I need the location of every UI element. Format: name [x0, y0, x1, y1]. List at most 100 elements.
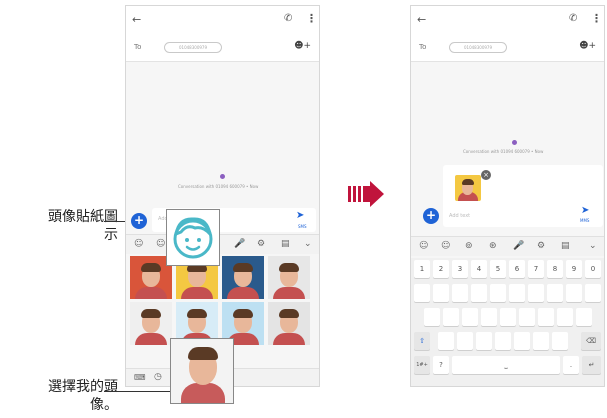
symbols-key[interactable]: 1#+ [414, 356, 430, 374]
add-contact-icon[interactable]: ☻+ [579, 41, 596, 51]
to-label: To [134, 43, 142, 51]
gif-icon[interactable]: ⊛ [489, 241, 497, 251]
key-6[interactable]: 6 [509, 260, 525, 278]
key-2[interactable]: 2 [433, 260, 449, 278]
avatar-sticker-icon-highlight [166, 209, 220, 266]
send-icon[interactable]: ➤ [581, 205, 589, 216]
avatar-sticker-icon[interactable]: ☺ [134, 239, 143, 249]
enter-key[interactable]: ↵ [582, 356, 601, 374]
shift-key[interactable]: ⇧ [414, 332, 430, 350]
letter-key[interactable] [500, 308, 516, 326]
key-7[interactable]: 7 [528, 260, 544, 278]
letter-key[interactable] [528, 284, 544, 302]
emoji-icon[interactable]: ☺ [441, 241, 450, 251]
sticker-icon[interactable]: ⊚ [465, 241, 473, 251]
remove-attachment-icon[interactable]: × [481, 170, 491, 180]
sticker-cell[interactable] [268, 256, 310, 299]
recipient-chip[interactable]: 01048300979 [164, 42, 222, 53]
keyboard-toolbar: ☺ ☺ 🎤 ⚙ ▤ ⌄ [126, 234, 319, 254]
send-label: MMS [580, 218, 590, 223]
letter-key[interactable] [471, 284, 487, 302]
message-compose-box[interactable]: × Add text ➤ MMS [443, 165, 603, 227]
key-4[interactable]: 4 [471, 260, 487, 278]
conversation-info-text: Conversation with 01094 600079 • Now [463, 149, 544, 154]
clipboard-icon[interactable]: ▤ [561, 241, 570, 251]
back-arrow-icon[interactable]: ← [417, 13, 426, 26]
send-label: SMS [298, 224, 307, 229]
add-contact-icon[interactable]: ☻+ [294, 41, 311, 51]
attached-avatar-sticker[interactable] [455, 175, 481, 201]
key-0[interactable]: 0 [585, 260, 601, 278]
to-label: To [419, 43, 427, 51]
sticker-cell[interactable] [222, 256, 264, 299]
emoji-icon[interactable]: ☺ [156, 239, 165, 249]
settings-icon[interactable]: ⚙ [257, 239, 265, 249]
key-3[interactable]: 3 [452, 260, 468, 278]
collapse-chevron-icon[interactable]: ⌄ [304, 239, 312, 249]
add-attachment-button[interactable]: + [423, 208, 439, 224]
letter-key[interactable] [585, 284, 601, 302]
selected-avatar-highlight [170, 338, 234, 404]
conversation-info-text: Conversation with 01094 600079 • Now [178, 184, 259, 189]
clipboard-icon[interactable]: ▤ [281, 239, 290, 249]
key-9[interactable]: 9 [566, 260, 582, 278]
phone-call-icon[interactable]: ✆ [569, 13, 577, 24]
more-options-icon[interactable]: ⋮ [591, 12, 602, 25]
letter-key[interactable] [457, 332, 473, 350]
key-8[interactable]: 8 [547, 260, 563, 278]
letter-key[interactable] [547, 284, 563, 302]
letter-key[interactable] [533, 332, 549, 350]
letter-key[interactable] [452, 284, 468, 302]
letter-key[interactable] [462, 308, 478, 326]
letter-key[interactable] [566, 284, 582, 302]
microphone-icon[interactable]: 🎤 [234, 239, 245, 249]
question-key[interactable]: ? [433, 356, 449, 374]
app-bar: ← ✆ ⋮ [411, 6, 604, 34]
more-options-icon[interactable]: ⋮ [306, 12, 317, 25]
microphone-icon[interactable]: 🎤 [513, 241, 524, 251]
letter-key[interactable] [424, 308, 440, 326]
letter-key[interactable] [509, 284, 525, 302]
conversation-info-icon [512, 140, 517, 145]
letter-key[interactable] [414, 284, 430, 302]
right-phone-screen: ← ✆ ⋮ To 01048300979 ☻+ Conversation wit… [410, 5, 605, 387]
sticker-cell[interactable] [268, 302, 310, 345]
letter-key[interactable] [490, 284, 506, 302]
app-bar: ← ✆ ⋮ [126, 6, 319, 34]
back-arrow-icon[interactable]: ← [132, 13, 141, 26]
key-1[interactable]: 1 [414, 260, 430, 278]
keyboard-icon[interactable]: ⌨ [134, 373, 146, 382]
letter-key[interactable] [443, 308, 459, 326]
recipient-bar: To 01048300979 ☻+ [411, 34, 604, 62]
collapse-chevron-icon[interactable]: ⌄ [589, 241, 597, 251]
keyboard: 1 2 3 4 5 6 7 8 9 0 ⇧ ⌫ 1#+ ? ⎵ . ↵ [411, 258, 604, 386]
settings-icon[interactable]: ⚙ [537, 241, 545, 251]
avatar-sticker-callout-line1: 頭像貼紙圖 [48, 209, 118, 225]
phone-call-icon[interactable]: ✆ [284, 13, 292, 24]
avatar-face-outline-icon [173, 217, 213, 259]
message-input-placeholder: Add text [449, 213, 471, 219]
recipient-bar: To 01048300979 ☻+ [126, 34, 319, 62]
add-attachment-button[interactable]: + [131, 213, 147, 229]
letter-key[interactable] [576, 308, 592, 326]
letter-key[interactable] [481, 308, 497, 326]
period-key[interactable]: . [563, 356, 579, 374]
letter-key[interactable] [476, 332, 492, 350]
recent-clock-icon[interactable]: ◷ [154, 372, 162, 382]
letter-key[interactable] [514, 332, 530, 350]
letter-key[interactable] [557, 308, 573, 326]
send-icon[interactable]: ➤ [296, 210, 304, 221]
letter-key[interactable] [552, 332, 568, 350]
recipient-chip[interactable]: 01048300979 [449, 42, 507, 53]
avatar-sticker-icon[interactable]: ☺ [419, 241, 428, 251]
space-key[interactable]: ⎵ [452, 356, 560, 374]
letter-key[interactable] [538, 308, 554, 326]
letter-key[interactable] [519, 308, 535, 326]
letter-key[interactable] [433, 284, 449, 302]
letter-key[interactable] [438, 332, 454, 350]
letter-key[interactable] [495, 332, 511, 350]
key-5[interactable]: 5 [490, 260, 506, 278]
sticker-cell[interactable] [130, 302, 172, 345]
backspace-key[interactable]: ⌫ [581, 332, 601, 350]
select-avatar-callout-line2: 像。 [90, 397, 118, 413]
